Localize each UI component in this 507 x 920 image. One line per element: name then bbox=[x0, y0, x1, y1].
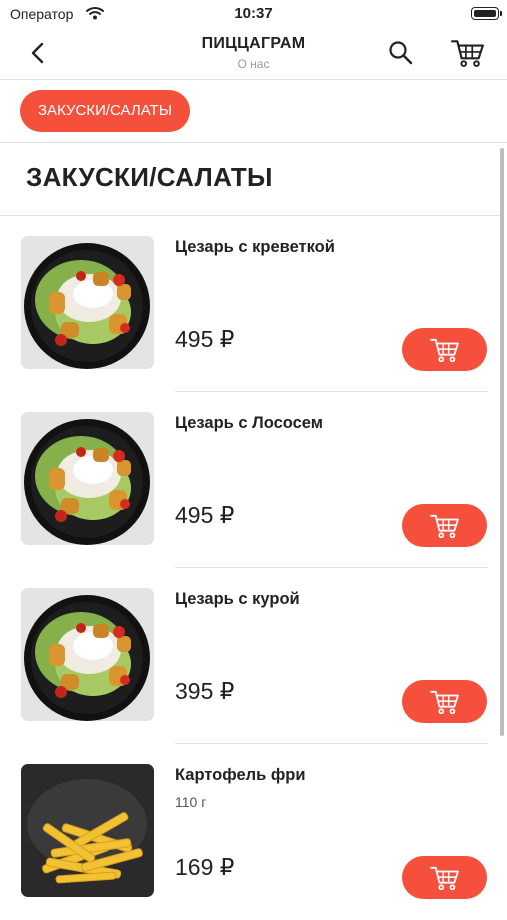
cart-icon bbox=[429, 337, 461, 363]
cart-icon bbox=[429, 865, 461, 891]
product-name: Цезарь с Лососем bbox=[175, 414, 323, 432]
add-to-cart-button[interactable] bbox=[402, 504, 487, 547]
product-price: 169 ₽ bbox=[175, 854, 235, 880]
add-to-cart-button[interactable] bbox=[402, 328, 487, 371]
status-bar: Оператор 10:37 bbox=[0, 0, 507, 28]
add-to-cart-button[interactable] bbox=[402, 856, 487, 899]
status-time: 10:37 bbox=[234, 5, 273, 22]
product-price: 495 ₽ bbox=[175, 326, 235, 352]
product-price: 495 ₽ bbox=[175, 502, 235, 528]
section-title: ЗАКУСКИ/САЛАТЫ bbox=[26, 162, 273, 192]
product-name: Цезарь с курой bbox=[175, 590, 300, 608]
cart-icon[interactable] bbox=[451, 38, 485, 68]
product-price: 395 ₽ bbox=[175, 678, 235, 704]
product-item[interactable]: Цезарь с Лососем 495 ₽ bbox=[0, 392, 500, 568]
product-name: Картофель фри bbox=[175, 766, 306, 784]
about-link[interactable]: О нас bbox=[0, 57, 507, 71]
caesar-salad-icon bbox=[21, 236, 154, 369]
page-title: ПИЦЦАГРАМ bbox=[201, 35, 306, 52]
product-name: Цезарь с креветкой bbox=[175, 238, 335, 256]
category-chip-snacks[interactable]: ЗАКУСКИ/САЛАТЫ bbox=[20, 90, 190, 132]
search-icon[interactable] bbox=[388, 40, 414, 66]
caesar-salad-icon bbox=[21, 412, 154, 545]
battery-icon bbox=[471, 7, 502, 20]
scrollbar[interactable] bbox=[500, 148, 504, 736]
product-item[interactable]: Цезарь с креветкой 495 ₽ bbox=[0, 216, 500, 392]
category-bar: ЗАКУСКИ/САЛАТЫ bbox=[0, 80, 507, 143]
cart-icon bbox=[429, 689, 461, 715]
product-item[interactable]: Цезарь с курой 395 ₽ bbox=[0, 568, 500, 744]
french-fries-icon bbox=[21, 764, 154, 897]
nav-bar: ПИЦЦАГРАМ О нас bbox=[0, 28, 507, 80]
add-to-cart-button[interactable] bbox=[402, 680, 487, 723]
product-item[interactable]: Картофель фри 110 г 169 ₽ bbox=[0, 744, 500, 920]
caesar-salad-icon bbox=[21, 588, 154, 721]
cart-icon bbox=[429, 513, 461, 539]
product-weight: 110 г bbox=[175, 794, 207, 810]
